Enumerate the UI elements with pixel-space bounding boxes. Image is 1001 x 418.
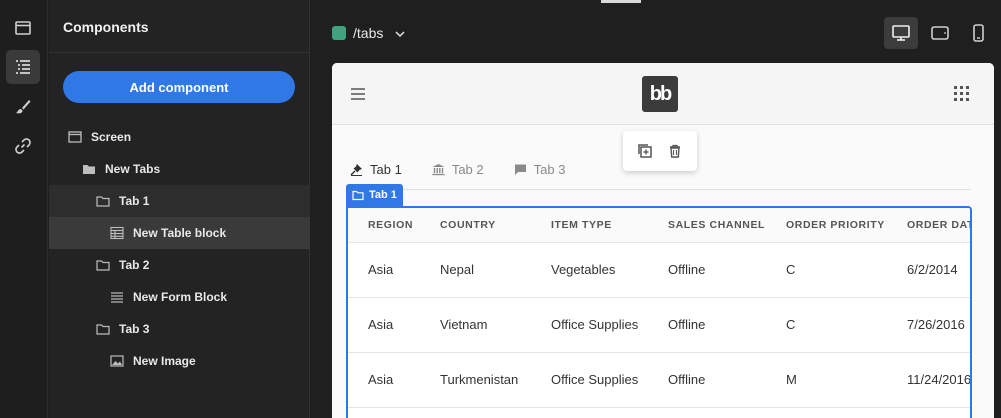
data-table: REGION COUNTRY ITEM TYPE SALES CHANNEL O… (348, 208, 970, 408)
apps-grid-icon[interactable] (953, 85, 970, 102)
tree-item-tab-1[interactable]: Tab 1 (49, 185, 310, 217)
table-header-row: REGION COUNTRY ITEM TYPE SALES CHANNEL O… (348, 208, 970, 243)
folder-icon (352, 190, 364, 201)
table-cell: Asia (348, 352, 420, 408)
table-cell: Nepal (420, 242, 531, 298)
tab-label: Tab 3 (533, 161, 566, 177)
table-cell: Offline (648, 297, 766, 353)
column-header[interactable]: ITEM TYPE (531, 208, 648, 243)
image-icon (110, 354, 124, 368)
tree-item-tab-3[interactable]: Tab 3 (49, 313, 310, 345)
chat-icon (514, 164, 526, 175)
components-panel: Components Add component Screen New Tabs… (49, 0, 310, 418)
route-color-dot (332, 26, 346, 40)
tree-item-new-tabs[interactable]: New Tabs (49, 153, 310, 185)
table-cell: M (766, 352, 887, 408)
app-logo: bb (642, 76, 678, 112)
tab-label: Tab 2 (451, 161, 484, 177)
tree-item-new-image[interactable]: New Image (49, 345, 310, 377)
selection-label: Tab 1 (346, 184, 403, 206)
table-cell: Asia (348, 242, 420, 298)
tab-2[interactable]: Tab 2 (432, 155, 484, 183)
table-icon (110, 226, 124, 240)
table-cell: C (766, 242, 887, 298)
app-navbar: bb (332, 63, 994, 125)
table-cell: 6/2/2014 (887, 242, 970, 298)
tab-3[interactable]: Tab 3 (514, 155, 566, 183)
column-header[interactable]: SALES CHANNEL (648, 208, 766, 243)
hamburger-icon[interactable] (350, 87, 366, 101)
top-indicator (601, 0, 641, 3)
chevron-down-icon[interactable] (393, 27, 407, 41)
table-cell: Office Supplies (531, 297, 648, 353)
table-cell: Turkmenistan (420, 352, 531, 408)
column-header[interactable]: ORDER DATE (887, 208, 970, 243)
tab-label: Tab 1 (370, 161, 402, 177)
icon-rail (0, 0, 48, 418)
app-preview: bb Tab 1 Tab 2 Tab 3 Tab 1 REGION COUNTR… (332, 63, 994, 418)
trash-icon[interactable] (667, 143, 683, 159)
selection-label-text: Tab 1 (369, 189, 397, 201)
tablet-icon[interactable] (923, 17, 957, 49)
selected-tab-content[interactable]: REGION COUNTRY ITEM TYPE SALES CHANNEL O… (346, 206, 972, 418)
screen-icon (68, 130, 82, 144)
table-cell: Office Supplies (531, 352, 648, 408)
tree-item-label: Tab 2 (119, 258, 150, 272)
component-tree-icon[interactable] (6, 50, 40, 84)
folder-icon (96, 258, 110, 272)
tabs-bar: Tab 1 Tab 2 Tab 3 (350, 155, 595, 183)
mobile-icon[interactable] (961, 17, 995, 49)
table-cell: Vietnam (420, 297, 531, 353)
tab-1[interactable]: Tab 1 (350, 155, 402, 183)
tree-item-label: New Image (133, 354, 196, 368)
table-row[interactable]: Asia Turkmenistan Office Supplies Offlin… (348, 352, 970, 408)
column-header[interactable]: REGION (348, 208, 420, 243)
table-cell: Vegetables (531, 242, 648, 298)
tree-item-screen[interactable]: Screen (49, 121, 310, 153)
brush-icon[interactable] (6, 90, 40, 124)
bank-icon (432, 163, 445, 175)
layout-icon[interactable] (6, 11, 40, 45)
tree-item-label: New Tabs (105, 162, 161, 176)
add-component-button[interactable]: Add component (63, 71, 295, 103)
tree-item-label: New Table block (133, 226, 227, 240)
link-icon[interactable] (6, 129, 40, 163)
table-cell: 7/26/2016 (887, 297, 970, 353)
table-cell: Asia (348, 297, 420, 353)
tree-item-new-table-block[interactable]: New Table block (49, 217, 310, 249)
desktop-icon[interactable] (884, 17, 918, 49)
table-cell: Offline (648, 352, 766, 408)
pin-icon (350, 163, 362, 176)
table-row[interactable]: Asia Vietnam Office Supplies Offline C 7… (348, 297, 970, 353)
table-row[interactable]: Asia Nepal Vegetables Offline C 6/2/2014 (348, 242, 970, 298)
folder-filled-icon (82, 162, 96, 176)
panel-title: Components (63, 19, 149, 35)
duplicate-icon[interactable] (637, 143, 653, 159)
tree-item-label: Tab 3 (119, 322, 150, 336)
column-header[interactable]: ORDER PRIORITY (766, 208, 887, 243)
tree-item-label: New Form Block (133, 290, 228, 304)
panel-divider (49, 52, 310, 53)
folder-icon (96, 322, 110, 336)
table-cell: 11/24/2016 (887, 352, 970, 408)
tree-item-new-form-block[interactable]: New Form Block (49, 281, 310, 313)
table-cell: Offline (648, 242, 766, 298)
column-header[interactable]: COUNTRY (420, 208, 531, 243)
tree-item-tab-2[interactable]: Tab 2 (49, 249, 310, 281)
component-toolbar (623, 131, 697, 171)
tree-item-label: Screen (91, 130, 132, 144)
table-cell: C (766, 297, 887, 353)
tabs-underline (350, 189, 971, 190)
tree-item-label: Tab 1 (119, 194, 150, 208)
form-icon (110, 290, 124, 304)
route-selector[interactable]: /tabs (353, 25, 383, 41)
folder-icon (96, 194, 110, 208)
